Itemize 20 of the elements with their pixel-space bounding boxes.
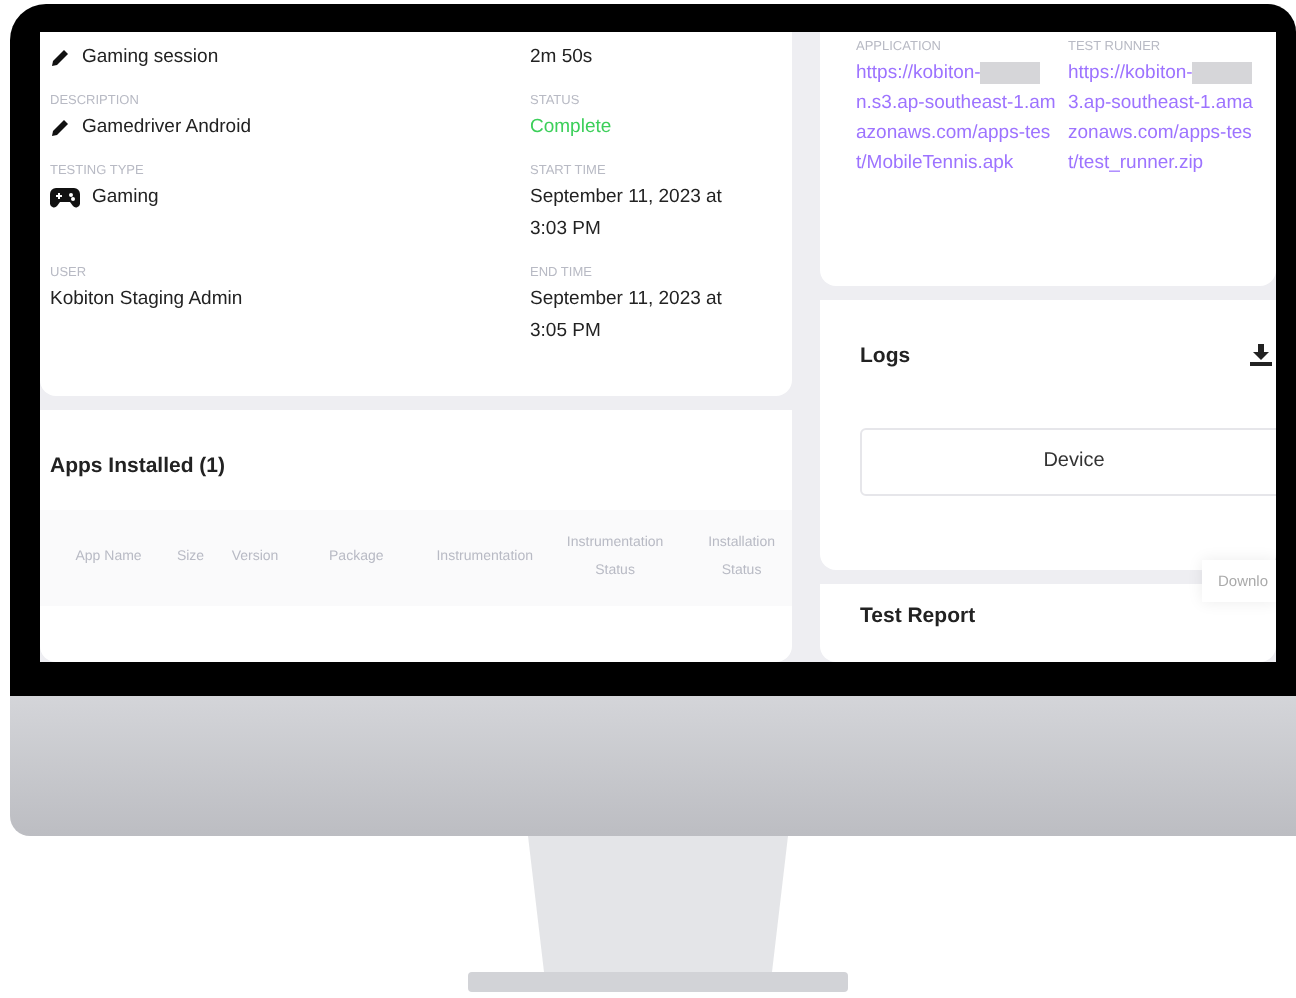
- field-value: September 11, 2023 at 3:05 PM: [530, 286, 724, 346]
- field-value: September 11, 2023 at 3:03 PM: [530, 184, 724, 244]
- field-value: Gamedriver Android: [82, 114, 251, 142]
- status-value: Complete: [530, 114, 614, 142]
- device-button[interactable]: Device: [860, 427, 1276, 496]
- pencil-icon: [50, 48, 70, 68]
- redacted-block: [980, 61, 1041, 84]
- logs-title: Logs: [860, 343, 911, 368]
- field-value: Gaming: [92, 184, 159, 212]
- field-value: Kobiton Staging Admin: [50, 286, 245, 314]
- redacted-block: [1192, 61, 1253, 84]
- apps-title: Apps Installed (1): [48, 454, 228, 478]
- field-value: 2m 50s: [530, 44, 595, 72]
- download-icon[interactable]: [1250, 343, 1272, 366]
- report-title: Test Report: [860, 604, 978, 629]
- file-link[interactable]: https://kobiton- n.s3.ap-southeast-1.amazonaws.com/apps-test/MobileTennis.apk: [856, 58, 1056, 178]
- file-link[interactable]: https://kobiton- 3.ap-southeast-1.amazonaws.com/apps-test/test_runner.zip: [1068, 58, 1260, 178]
- pencil-icon: [50, 118, 70, 138]
- field-value: Gaming session: [82, 44, 219, 72]
- gamepad-icon: [50, 188, 80, 208]
